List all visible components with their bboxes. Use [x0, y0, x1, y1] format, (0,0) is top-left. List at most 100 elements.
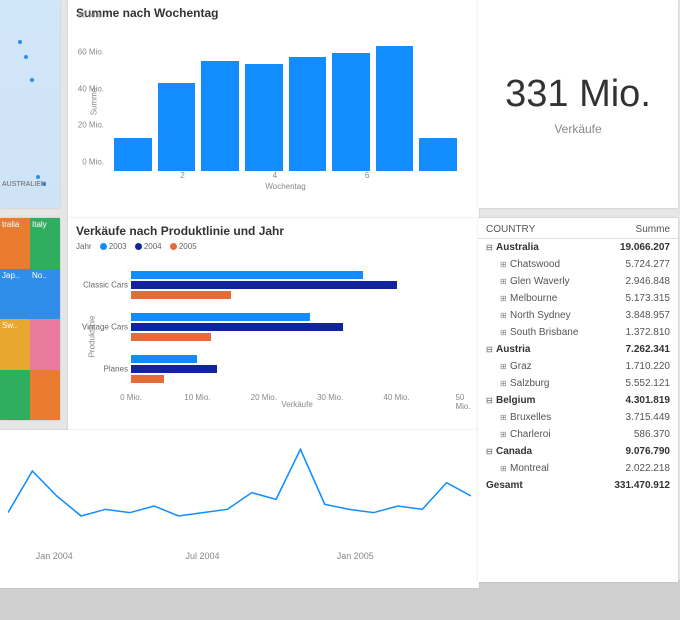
hbar[interactable]	[131, 365, 217, 373]
y-tick: 60 Mio.	[78, 47, 104, 56]
expand-icon[interactable]: ⊞	[500, 257, 510, 272]
treemap-block[interactable]: tralia	[0, 218, 30, 269]
table-row[interactable]: ⊞Chatswood5.724.277	[478, 256, 678, 273]
treemap-visual[interactable]: traliaItalyJap..No..Sw..	[0, 218, 60, 420]
dashboard: AUSTRALIEN Summe nach Wochentag Summe 0 …	[0, 0, 680, 580]
expand-icon[interactable]: ⊞	[500, 376, 510, 391]
table-row[interactable]: ⊟Austria 7.262.341	[478, 341, 678, 358]
bar[interactable]	[376, 46, 414, 171]
line-plot	[8, 436, 471, 546]
row-name: Australia	[496, 242, 539, 253]
row-value: 1.710.220	[600, 359, 670, 374]
treemap-block[interactable]: Sw..	[0, 319, 30, 370]
row-name: Melbourne	[510, 293, 557, 304]
bar[interactable]	[158, 83, 196, 171]
bar-chart-visual[interactable]: Summe nach Wochentag Summe 0 Mio. 20 Mio…	[68, 0, 479, 220]
hbar-chart-visual[interactable]: Verkäufe nach Produktlinie und Jahr Jahr…	[68, 218, 479, 432]
x-tick: 2	[180, 171, 184, 180]
bar[interactable]	[289, 57, 327, 171]
expand-icon[interactable]: ⊞	[500, 410, 510, 425]
collapse-icon[interactable]: ⊟	[486, 342, 496, 357]
table-row[interactable]: ⊞Glen Waverly2.946.848	[478, 273, 678, 290]
hbar[interactable]	[131, 271, 363, 279]
expand-icon[interactable]: ⊞	[500, 291, 510, 306]
treemap-block[interactable]: Italy	[30, 218, 60, 269]
bar[interactable]	[245, 64, 283, 171]
hbar[interactable]	[131, 355, 197, 363]
map-visual[interactable]: AUSTRALIEN	[0, 0, 60, 208]
col-country[interactable]: COUNTRY	[486, 224, 600, 235]
hbar-plot: Produktlinie 0 Mio. 10 Mio. 20 Mio. 30 M…	[131, 257, 463, 407]
treemap-block[interactable]	[30, 319, 60, 370]
legend-2003: 2003	[109, 242, 127, 251]
legend-label: Jahr	[76, 242, 92, 251]
hx-tick: 40 Mio.	[383, 393, 409, 402]
table-row[interactable]: ⊞South Brisbane1.372.810	[478, 324, 678, 341]
collapse-icon[interactable]: ⊟	[486, 240, 496, 255]
hbar[interactable]	[131, 281, 397, 289]
expand-icon[interactable]: ⊞	[500, 308, 510, 323]
line-x-tick: Jan 2005	[337, 551, 374, 561]
table-body: ⊟Australia19.066.207⊞Chatswood5.724.277⊞…	[478, 239, 678, 477]
row-value: 9.076.790	[600, 444, 670, 459]
row-value: 5.173.315	[600, 291, 670, 306]
table-row[interactable]: ⊞Charleroi586.370	[478, 426, 678, 443]
hx-tick: 30 Mio.	[317, 393, 343, 402]
table-row[interactable]: ⊟Belgium4.301.819	[478, 392, 678, 409]
row-name: Austria	[496, 344, 530, 355]
collapse-icon[interactable]: ⊟	[486, 393, 496, 408]
map-point-icon	[30, 78, 34, 82]
bar[interactable]	[201, 61, 239, 171]
treemap-block[interactable]	[0, 370, 30, 421]
row-name: North Sydney	[510, 310, 571, 321]
treemap-block[interactable]: No..	[30, 269, 60, 320]
table-row[interactable]: ⊞Graz1.710.220	[478, 358, 678, 375]
table-row[interactable]: ⊟Australia19.066.207	[478, 239, 678, 256]
treemap-block[interactable]	[30, 370, 60, 421]
y-tick: 80 Mio.	[78, 11, 104, 20]
bar[interactable]	[419, 138, 457, 171]
matrix-visual[interactable]: COUNTRY Summe ⊟Australia19.066.207⊞Chats…	[478, 218, 678, 582]
row-value: 4.301.819	[600, 393, 670, 408]
expand-icon[interactable]: ⊞	[500, 427, 510, 442]
kpi-card[interactable]: 331 Mio. Verkäufe	[478, 0, 678, 208]
row-value: 586.370	[600, 427, 670, 442]
bar[interactable]	[114, 138, 152, 171]
table-row[interactable]: ⊞Bruxelles3.715.449	[478, 409, 678, 426]
table-total-row: Gesamt 331.470.912	[478, 477, 678, 494]
hbar[interactable]	[131, 333, 211, 341]
table-row[interactable]: ⊞Salzburg5.552.121	[478, 375, 678, 392]
bars-group	[108, 24, 463, 171]
map-point-icon	[18, 40, 22, 44]
table-row[interactable]: ⊞North Sydney3.848.957	[478, 307, 678, 324]
table-row[interactable]: ⊞Montreal2.022.218	[478, 460, 678, 477]
table-row[interactable]: ⊞Melbourne 5.173.315	[478, 290, 678, 307]
map-point-icon	[24, 55, 28, 59]
bar-y-axis: 0 Mio. 20 Mio. 40 Mio. 60 Mio. 80 Mio.	[76, 24, 106, 171]
row-value: 7.262.341	[600, 342, 670, 357]
line-chart-visual[interactable]: Jan 2004 Jul 2004 Jan 2005	[0, 430, 479, 588]
bar[interactable]	[332, 53, 370, 171]
row-name: Chatswood	[510, 259, 560, 270]
row-value: 3.715.449	[600, 410, 670, 425]
expand-icon[interactable]: ⊞	[500, 274, 510, 289]
table-row[interactable]: ⊟Canada9.076.790	[478, 443, 678, 460]
expand-icon[interactable]: ⊞	[500, 461, 510, 476]
treemap-block[interactable]: Jap..	[0, 269, 30, 320]
x-tick: 6	[365, 171, 369, 180]
total-value: 331.470.912	[600, 478, 670, 493]
expand-icon[interactable]: ⊞	[500, 325, 510, 340]
hbar[interactable]	[131, 313, 310, 321]
col-summe[interactable]: Summe	[600, 224, 670, 235]
hbar[interactable]	[131, 291, 231, 299]
hx-tick: 20 Mio.	[251, 393, 277, 402]
hbar[interactable]	[131, 375, 164, 383]
bar-chart-plot: Summe 0 Mio. 20 Mio. 40 Mio. 60 Mio. 80 …	[108, 24, 463, 189]
row-name: Glen Waverly	[510, 276, 570, 287]
collapse-icon[interactable]: ⊟	[486, 444, 496, 459]
bar-x-axis: 2 4 6 Wochentag	[108, 171, 463, 189]
y-tick: 40 Mio.	[78, 84, 104, 93]
row-name: South Brisbane	[510, 327, 578, 338]
expand-icon[interactable]: ⊞	[500, 359, 510, 374]
hbar[interactable]	[131, 323, 343, 331]
